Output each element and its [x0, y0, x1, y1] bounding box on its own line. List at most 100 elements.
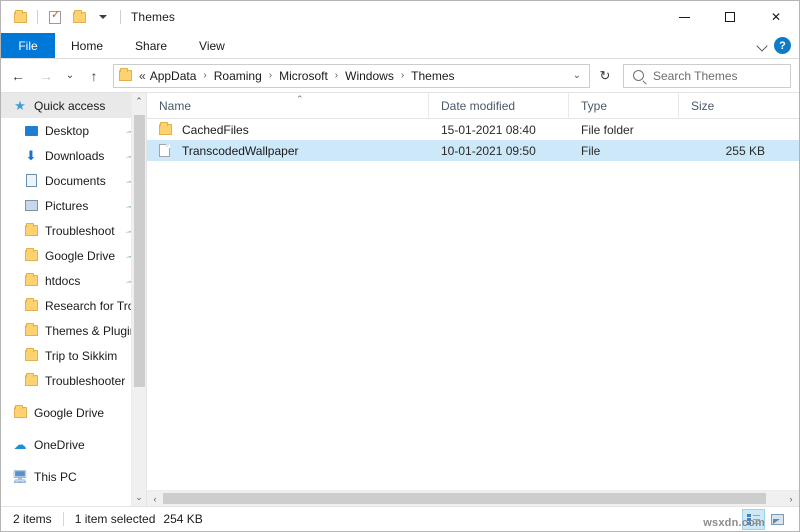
sidebar-item-documents[interactable]: Documents 📌	[1, 168, 146, 193]
back-button[interactable]: ←	[5, 64, 31, 88]
horizontal-scrollbar[interactable]: ‹ ›	[147, 490, 799, 506]
column-header-size[interactable]: Size	[679, 93, 779, 119]
customize-caret-icon[interactable]	[92, 6, 114, 28]
document-icon	[23, 173, 39, 189]
tab-file[interactable]: File	[1, 33, 55, 58]
cell-size: 255 KB	[679, 144, 779, 158]
folder-icon	[159, 124, 175, 135]
sidebar-group-gap-2	[1, 425, 146, 432]
breadcrumb-dropdown-icon[interactable]: ⌄	[569, 70, 585, 81]
sidebar-item-troubleshooter[interactable]: Troubleshooter	[1, 368, 146, 393]
breadcrumb-item-themes[interactable]: Themes	[410, 69, 455, 83]
horizontal-scroll-track[interactable]	[163, 491, 783, 507]
column-header-date-modified[interactable]: Date modified	[429, 93, 569, 119]
table-row[interactable]: CachedFiles 15-01-2021 08:40 File folder	[147, 119, 799, 140]
pictures-icon	[23, 198, 39, 214]
sidebar-item-research-for-troubleshooter[interactable]: Research for Trou	[1, 293, 146, 318]
pc-icon: 🖥	[12, 469, 28, 485]
navigation-pane: ★ Quick access Desktop 📌 ⬇ Downloads 📌 D…	[1, 93, 146, 506]
sidebar-item-label: Quick access	[34, 99, 105, 113]
sidebar-scrollbar[interactable]: ⌃ ⌄	[131, 93, 146, 506]
sidebar-item-label: Google Drive	[45, 249, 115, 263]
breadcrumb-folder-icon	[119, 70, 132, 81]
refresh-icon[interactable]: ↻	[592, 64, 618, 88]
search-input[interactable]: Search Themes	[653, 69, 738, 83]
status-bar: 2 items 1 item selected 254 KB	[1, 506, 799, 531]
tab-share[interactable]: Share	[119, 33, 183, 58]
column-header-type[interactable]: Type	[569, 93, 679, 119]
sidebar-item-label: Google Drive	[34, 406, 104, 420]
tab-view[interactable]: View	[183, 33, 241, 58]
sidebar-item-onedrive[interactable]: ☁ OneDrive	[1, 432, 146, 457]
maximize-button[interactable]	[707, 1, 753, 33]
new-folder-icon[interactable]	[68, 6, 90, 28]
sidebar-item-label: Troubleshoot	[45, 224, 115, 238]
toolbar-divider-2	[120, 10, 121, 24]
sidebar-item-desktop[interactable]: Desktop 📌	[1, 118, 146, 143]
download-icon: ⬇	[23, 148, 39, 164]
window-controls: ✕	[661, 1, 799, 33]
sidebar-item-this-pc[interactable]: 🖥 This PC	[1, 464, 146, 489]
sidebar-item-google-drive-pinned[interactable]: Google Drive 📌	[1, 243, 146, 268]
search-box[interactable]: Search Themes	[623, 64, 791, 88]
item-count-label: 2 items	[13, 512, 52, 526]
forward-button[interactable]: →	[33, 64, 59, 88]
large-icons-view-icon	[771, 514, 784, 525]
sidebar-item-google-drive[interactable]: Google Drive	[1, 400, 146, 425]
cell-type: File	[569, 144, 679, 158]
help-icon[interactable]: ?	[774, 37, 791, 54]
desktop-icon	[23, 123, 39, 139]
expand-ribbon-icon[interactable]	[756, 39, 770, 53]
folder-icon	[23, 348, 39, 364]
up-button[interactable]: ↑	[81, 64, 107, 88]
scroll-down-icon[interactable]: ⌄	[132, 489, 147, 506]
large-icons-view-button[interactable]	[766, 509, 789, 530]
column-header-name[interactable]: Name ⌃	[147, 93, 429, 119]
sidebar-item-htdocs[interactable]: htdocs 📌	[1, 268, 146, 293]
column-header-label: Date modified	[441, 99, 515, 113]
breadcrumb-separator-icon[interactable]: ›	[395, 70, 410, 81]
properties-icon[interactable]	[44, 6, 66, 28]
table-row[interactable]: TranscodedWallpaper 10-01-2021 09:50 Fil…	[147, 140, 799, 161]
ribbon-right-controls: ?	[756, 33, 799, 58]
sidebar-item-trip-to-sikkim[interactable]: Trip to Sikkim	[1, 343, 146, 368]
sidebar-item-troubleshoot[interactable]: Troubleshoot 📌	[1, 218, 146, 243]
sidebar-item-quick-access[interactable]: ★ Quick access	[1, 93, 146, 118]
sidebar-item-label: Trip to Sikkim	[45, 349, 117, 363]
file-name-label: CachedFiles	[182, 123, 249, 137]
folder-icon	[23, 273, 39, 289]
sidebar-item-pictures[interactable]: Pictures 📌	[1, 193, 146, 218]
scroll-up-icon[interactable]: ⌃	[132, 93, 147, 110]
breadcrumb[interactable]: « AppData › Roaming › Microsoft › Window…	[113, 64, 590, 88]
tab-home[interactable]: Home	[55, 33, 119, 58]
toolbar-divider	[37, 10, 38, 24]
sidebar-item-label: OneDrive	[34, 438, 85, 452]
folder-icon[interactable]	[9, 6, 31, 28]
recent-locations-icon[interactable]: ⌄	[61, 64, 79, 88]
breadcrumb-item-appdata[interactable]: AppData	[149, 69, 198, 83]
scroll-right-icon[interactable]: ›	[783, 491, 799, 507]
breadcrumb-separator-icon[interactable]: ›	[197, 70, 212, 81]
breadcrumb-item-roaming[interactable]: Roaming	[213, 69, 263, 83]
breadcrumb-separator-icon[interactable]: ›	[329, 70, 344, 81]
column-header-label: Type	[581, 99, 607, 113]
cell-date-modified: 10-01-2021 09:50	[429, 144, 569, 158]
minimize-button[interactable]	[661, 1, 707, 33]
breadcrumb-item-windows[interactable]: Windows	[344, 69, 395, 83]
close-button[interactable]: ✕	[753, 1, 799, 33]
sidebar-scroll-thumb[interactable]	[134, 115, 145, 387]
sidebar-scroll-track[interactable]	[132, 110, 147, 489]
ribbon-tab-bar: File Home Share View ?	[1, 33, 799, 59]
cloud-icon: ☁	[12, 437, 28, 453]
breadcrumb-separator-icon[interactable]: ›	[263, 70, 278, 81]
search-icon	[633, 70, 644, 81]
folder-icon	[12, 405, 28, 421]
breadcrumb-overflow-icon[interactable]: «	[139, 69, 149, 83]
cell-type: File folder	[569, 123, 679, 137]
horizontal-scroll-thumb[interactable]	[163, 493, 766, 504]
scroll-left-icon[interactable]: ‹	[147, 491, 163, 507]
breadcrumb-item-microsoft[interactable]: Microsoft	[278, 69, 329, 83]
sidebar-item-downloads[interactable]: ⬇ Downloads 📌	[1, 143, 146, 168]
column-header-label: Size	[691, 99, 714, 113]
sidebar-item-themes-and-plugins[interactable]: Themes & Plugin	[1, 318, 146, 343]
